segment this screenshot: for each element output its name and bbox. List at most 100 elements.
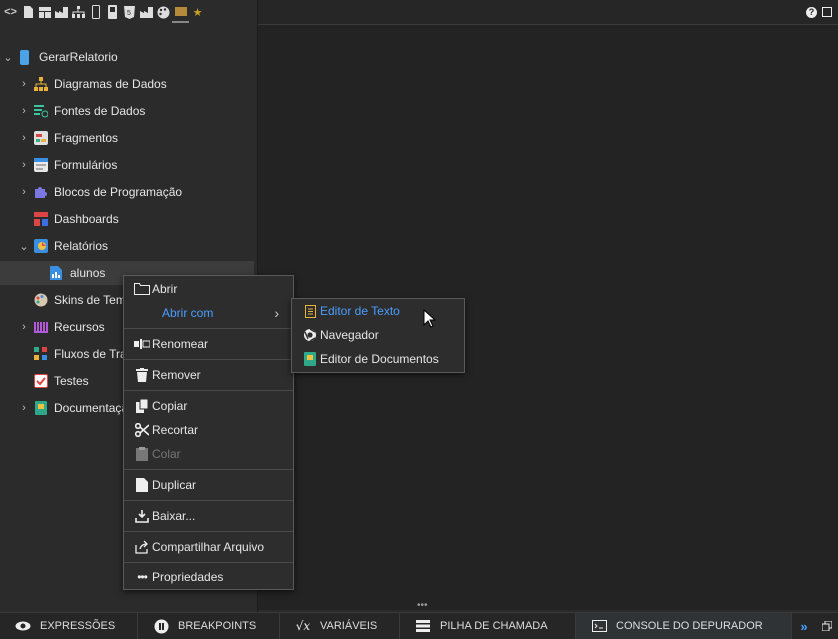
more-icon: ••• bbox=[137, 570, 148, 584]
flow-icon bbox=[34, 347, 48, 361]
code-icon[interactable]: <> bbox=[2, 2, 19, 22]
chevron-right-icon[interactable]: › bbox=[18, 402, 30, 414]
menu-item-share[interactable]: Compartilhar Arquivo bbox=[124, 535, 293, 559]
tree-item-fragmentos[interactable]: › Fragmentos bbox=[18, 126, 118, 150]
tree-item-dashboards[interactable]: Dashboards bbox=[18, 207, 119, 231]
report-file-icon bbox=[50, 266, 64, 280]
pause-icon bbox=[152, 618, 170, 634]
text-editor-icon bbox=[302, 303, 318, 319]
tab-breakpoints[interactable]: BREAKPOINTS bbox=[138, 613, 280, 639]
tree-item-recursos[interactable]: › Recursos bbox=[18, 315, 105, 339]
double-chevron-right-icon[interactable]: » bbox=[792, 613, 816, 639]
folder-open-icon bbox=[134, 281, 150, 297]
menu-item-properties[interactable]: ••• Propriedades bbox=[124, 565, 293, 589]
chevron-right-icon[interactable]: › bbox=[18, 321, 30, 333]
device-icon[interactable] bbox=[104, 2, 121, 22]
book-icon bbox=[34, 401, 48, 415]
tree-item-label: Blocos de Programação bbox=[54, 185, 183, 199]
submenu-item-doc-editor[interactable]: Editor de Documentos bbox=[292, 347, 464, 371]
window-icon[interactable] bbox=[822, 7, 832, 17]
tree-item-alunos[interactable]: alunos bbox=[46, 261, 105, 285]
paste-icon bbox=[134, 446, 150, 462]
tree-item-testes[interactable]: Testes bbox=[18, 369, 89, 393]
tree-item-relatorios[interactable]: ⌄ Relatórios bbox=[18, 234, 108, 258]
diagram-icon bbox=[34, 77, 48, 91]
menu-item-open[interactable]: Abrir bbox=[124, 277, 293, 301]
tree-root-project[interactable]: ⌄ GerarRelatorio bbox=[2, 45, 118, 69]
menu-item-remove[interactable]: Remover bbox=[124, 363, 293, 387]
tree-item-label: alunos bbox=[70, 266, 106, 280]
tree-item-label: Documentaçã bbox=[54, 401, 129, 415]
chevron-down-icon[interactable]: ⌄ bbox=[18, 240, 30, 253]
menu-separator bbox=[124, 328, 293, 329]
help-icon[interactable]: ? bbox=[806, 7, 817, 18]
menu-item-duplicate[interactable]: Duplicar bbox=[124, 473, 293, 497]
layout-icon[interactable] bbox=[36, 2, 53, 22]
chevron-right-icon[interactable]: › bbox=[18, 159, 30, 171]
chevron-right-icon[interactable]: › bbox=[18, 78, 30, 90]
menu-separator bbox=[124, 359, 293, 360]
menu-item-open-with[interactable]: Abrir com › bbox=[124, 301, 293, 325]
duplicate-icon bbox=[134, 477, 150, 493]
factory-alt-icon[interactable] bbox=[138, 2, 155, 22]
menu-separator bbox=[124, 500, 293, 501]
menu-item-cut[interactable]: Recortar bbox=[124, 418, 293, 442]
download-icon bbox=[134, 508, 150, 524]
svg-text:5: 5 bbox=[127, 10, 131, 17]
chevron-down-icon[interactable]: ⌄ bbox=[2, 51, 14, 64]
tab-variables[interactable]: √x VARIÁVEIS bbox=[280, 613, 400, 639]
resize-grip-icon[interactable]: ••• bbox=[417, 601, 428, 611]
rename-icon bbox=[134, 336, 150, 352]
file-icon[interactable] bbox=[19, 2, 36, 22]
form-icon bbox=[34, 158, 48, 172]
tree-item-fontes[interactable]: › Fontes de Dados bbox=[18, 99, 145, 123]
chevron-right-icon[interactable]: › bbox=[18, 186, 30, 198]
tab-call-stack[interactable]: PILHA DE CHAMADA bbox=[400, 613, 576, 639]
context-menu: Abrir Abrir com › Renomear Remover Copia… bbox=[123, 275, 294, 590]
menu-item-copy[interactable]: Copiar bbox=[124, 394, 293, 418]
explorer-toolbar: <> 5 ★ bbox=[0, 0, 257, 24]
tree-item-fluxos[interactable]: Fluxos de Tra bbox=[18, 342, 127, 366]
menu-separator bbox=[124, 390, 293, 391]
dashboard-icon bbox=[34, 212, 48, 226]
html5-icon[interactable]: 5 bbox=[121, 2, 138, 22]
tree-item-blocos[interactable]: › Blocos de Programação bbox=[18, 180, 182, 204]
tree-item-label: Formulários bbox=[54, 158, 118, 172]
restore-window-icon[interactable] bbox=[816, 613, 838, 639]
project-name: GerarRelatorio bbox=[39, 50, 118, 64]
tab-expressions[interactable]: EXPRESSÕES bbox=[0, 613, 138, 639]
tree-item-documentacao[interactable]: › Documentaçã bbox=[18, 396, 128, 420]
tab-debug-console[interactable]: CONSOLE DO DEPURADOR bbox=[576, 613, 792, 639]
tree-item-label: Skins de Tem bbox=[54, 293, 126, 307]
debug-tab-bar: EXPRESSÕES BREAKPOINTS √x VARIÁVEIS PILH… bbox=[0, 612, 838, 639]
function-icon: √x bbox=[295, 619, 311, 633]
tree-item-formularios[interactable]: › Formulários bbox=[18, 153, 117, 177]
submenu-item-browser[interactable]: Navegador bbox=[292, 323, 464, 347]
menu-item-download[interactable]: Baixar... bbox=[124, 504, 293, 528]
chevron-right-icon[interactable]: › bbox=[18, 132, 30, 144]
submenu-item-text-editor[interactable]: Editor de Texto bbox=[292, 299, 464, 323]
scissors-icon bbox=[134, 422, 150, 438]
star-icon[interactable]: ★ bbox=[189, 2, 206, 22]
chevron-right-icon[interactable]: › bbox=[18, 105, 30, 117]
stack-icon bbox=[414, 618, 432, 634]
folder-icon[interactable] bbox=[172, 1, 189, 23]
tree-item-diagramas[interactable]: › Diagramas de Dados bbox=[18, 72, 167, 96]
sitemap-icon[interactable] bbox=[70, 2, 87, 22]
open-with-submenu: Editor de Texto Navegador Editor de Docu… bbox=[291, 298, 465, 373]
mouse-cursor-icon bbox=[423, 308, 437, 331]
document-editor-icon bbox=[302, 351, 318, 367]
menu-separator bbox=[124, 469, 293, 470]
resources-icon bbox=[34, 320, 48, 334]
tree-item-label: Fluxos de Tra bbox=[54, 347, 127, 361]
mobile-icon[interactable] bbox=[87, 2, 104, 22]
palette-icon[interactable] bbox=[155, 2, 172, 22]
tree-item-label: Testes bbox=[54, 374, 89, 388]
menu-separator bbox=[124, 531, 293, 532]
eye-icon bbox=[14, 618, 32, 634]
factory-icon[interactable] bbox=[53, 2, 70, 22]
tree-item-label: Relatórios bbox=[54, 239, 109, 253]
tree-item-skins[interactable]: Skins de Tem bbox=[18, 288, 126, 312]
menu-item-rename[interactable]: Renomear bbox=[124, 332, 293, 356]
menu-item-paste[interactable]: Colar bbox=[124, 442, 293, 466]
